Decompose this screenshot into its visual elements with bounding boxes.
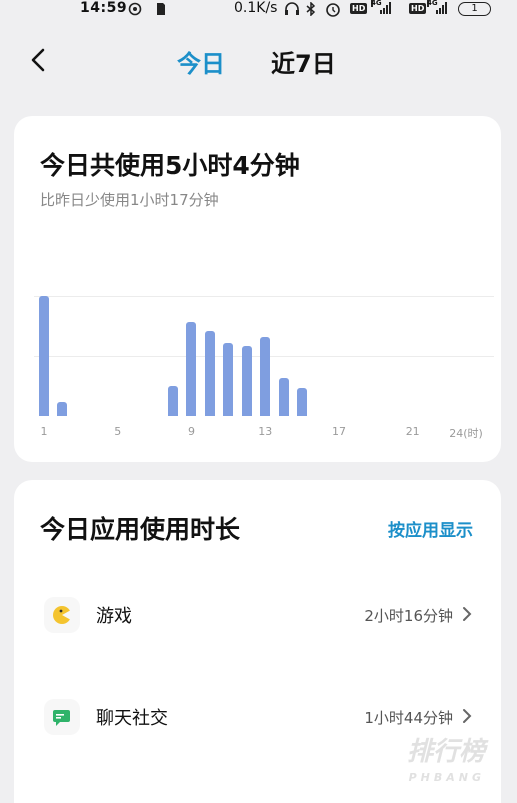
top-nav: 今日 近7日	[0, 40, 517, 84]
battery-icon: 1	[458, 2, 491, 16]
chart-bar	[297, 388, 308, 416]
status-bar: 14:59 0.1K/s HD 4G HD 4G 1	[0, 0, 517, 20]
chart-bar	[57, 401, 68, 416]
signal-icon: 4G	[371, 0, 391, 14]
chevron-right-icon	[461, 706, 473, 726]
app-name: 聊天社交	[96, 708, 168, 729]
watermark-logo: 排行榜 PHBANG	[407, 739, 485, 791]
status-time: 14:59	[80, 0, 128, 16]
show-by-app-toggle[interactable]: 按应用显示	[388, 516, 473, 541]
chart-bar	[278, 377, 289, 416]
x-tick-label: 1	[40, 425, 48, 438]
compare-yesterday-text: 比昨日少使用1小时17分钟	[40, 191, 219, 209]
list-item-games[interactable]: 游戏 2小时16分钟	[14, 587, 501, 643]
chat-icon	[44, 699, 80, 735]
app-usage-title: 今日应用使用时长	[40, 515, 241, 544]
x-tick-label: 17	[331, 425, 346, 438]
chart-bar	[39, 296, 49, 416]
network-speed: 0.1K/s	[234, 0, 278, 16]
sim-card-icon	[156, 2, 166, 19]
sync-icon	[128, 2, 142, 19]
chart-bar	[260, 336, 271, 416]
x-tick-label: 13	[258, 425, 273, 438]
x-tick-label: 5	[114, 425, 122, 438]
network-type-label: 4G	[427, 0, 438, 7]
chart-gridline	[34, 296, 494, 297]
chevron-right-icon	[461, 604, 473, 624]
app-name: 游戏	[96, 606, 132, 627]
hd-badge: HD	[409, 3, 427, 14]
tab-today[interactable]: 今日	[177, 44, 225, 79]
game-icon	[44, 597, 80, 633]
app-duration: 2小时16分钟	[364, 607, 453, 625]
chart-bar	[204, 330, 215, 416]
app-usage-card: 今日应用使用时长 按应用显示 游戏 2小时16分钟 聊天社交 1小时44分钟 排…	[14, 480, 501, 803]
network-type-label: 4G	[371, 0, 382, 7]
chart-bar	[241, 346, 252, 416]
app-duration: 1小时44分钟	[364, 709, 453, 727]
back-arrow-icon[interactable]	[28, 46, 50, 74]
headphones-icon	[284, 2, 300, 19]
chart-bar	[223, 342, 234, 416]
tab-last-7-days[interactable]: 近7日	[271, 44, 336, 79]
bluetooth-icon	[306, 1, 316, 19]
hd-badge: HD	[350, 3, 368, 14]
usage-summary-card: 今日共使用5小时4分钟 比昨日少使用1小时17分钟 1 5 9 13 17 21 24(时)	[14, 116, 501, 462]
total-usage-title: 今日共使用5小时4分钟	[40, 151, 300, 180]
alarm-icon	[325, 2, 341, 20]
signal-icon: 4G	[427, 0, 447, 14]
chart-bar	[168, 386, 179, 416]
watermark-sub: PHBANG	[408, 771, 485, 784]
chart-bar	[186, 322, 197, 416]
x-tick-label: 21	[405, 425, 420, 438]
hourly-usage-chart: 1 5 9 13 17 21 24(时)	[34, 286, 494, 440]
watermark-text: 排行榜	[406, 737, 485, 767]
x-tick-label: 9	[187, 425, 195, 438]
x-tick-label: 24(时)	[449, 427, 483, 440]
